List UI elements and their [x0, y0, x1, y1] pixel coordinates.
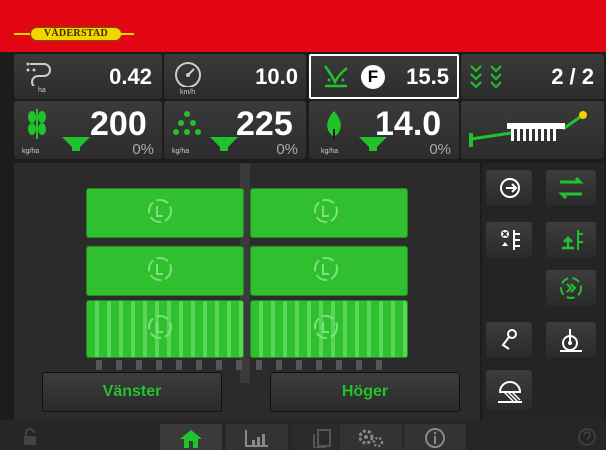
seed-unit: kg/ha — [22, 148, 40, 155]
lock-icon[interactable] — [22, 428, 38, 446]
marker-left-button[interactable] — [486, 222, 532, 258]
calibration-button[interactable] — [486, 170, 532, 206]
micro-value: 14.0 — [375, 105, 442, 143]
coulter-row-markers — [96, 360, 396, 370]
disc-marker-icon — [501, 329, 517, 350]
spray-icon — [498, 381, 522, 403]
fertilizer-icon — [173, 111, 201, 135]
micro-unit: kg/ha — [321, 148, 339, 155]
fertilizer-unit: kg/ha — [172, 148, 190, 155]
row-status-display[interactable]: 2 / 2 — [461, 54, 604, 99]
area-icon — [26, 62, 51, 86]
tab-home[interactable] — [160, 424, 222, 450]
leaf-icon — [327, 111, 341, 139]
info-icon — [425, 428, 445, 448]
fan-icon — [323, 65, 348, 88]
section-rotate-icon — [314, 257, 338, 281]
speed-display[interactable]: km/h 10.0 — [164, 54, 306, 99]
home-icon — [180, 430, 202, 448]
bar-chart-icon — [245, 430, 268, 447]
seed-rate-display[interactable]: kg/ha 200 0% — [14, 101, 162, 159]
marker-icon — [501, 230, 520, 250]
metering-icon — [500, 178, 520, 198]
section-rotate-icon — [314, 199, 338, 223]
tab-settings[interactable] — [340, 424, 402, 450]
left-section-button[interactable]: Vänster — [42, 372, 222, 412]
fertilizer-percent: 0% — [276, 141, 298, 158]
section-rotate-button[interactable] — [546, 270, 596, 306]
area-counter[interactable]: ha 0.42 — [14, 54, 162, 99]
tramline-button[interactable] — [546, 170, 596, 206]
implement-icon — [469, 111, 587, 147]
fertilizer-value: 225 — [236, 105, 293, 143]
packer-wheel-icon — [560, 329, 582, 352]
area-value: 0.42 — [109, 64, 152, 89]
seed-icon — [28, 109, 46, 139]
brand-bar — [0, 0, 606, 52]
document-icon — [313, 429, 331, 448]
right-section-button[interactable]: Höger — [270, 372, 460, 412]
fan-value: 15.5 — [406, 64, 449, 89]
seed-value: 200 — [90, 105, 147, 143]
micro-percent: 0% — [429, 141, 451, 158]
lift-icon — [562, 230, 583, 250]
section-rotate-icon — [148, 199, 172, 223]
section-rotate-icon — [560, 277, 582, 299]
gears-icon — [358, 429, 384, 448]
seed-percent: 0% — [132, 141, 154, 158]
fan-mode-badge: F — [361, 65, 385, 89]
micro-rate-display[interactable]: kg/ha 14.0 0% — [309, 101, 459, 159]
vaderstad-logo: VÄDERSTAD — [14, 27, 134, 41]
packer-button[interactable] — [546, 322, 596, 358]
tab-info[interactable] — [404, 424, 466, 450]
implement-overview-button[interactable] — [461, 101, 604, 159]
funnel-icon — [210, 137, 238, 151]
brand-text: VÄDERSTAD — [43, 28, 109, 39]
section-rotate-icon — [314, 315, 338, 339]
funnel-icon — [62, 137, 90, 151]
section-rotate-icon — [148, 315, 172, 339]
help-icon[interactable] — [578, 428, 596, 446]
wheel-marker-button[interactable] — [486, 322, 532, 358]
speedometer-icon — [175, 62, 201, 87]
section-rotate-icon — [148, 257, 172, 281]
fan-speed-display[interactable]: F 15.5 — [309, 54, 459, 99]
marker-right-button[interactable] — [546, 222, 596, 258]
tab-statistics[interactable] — [226, 424, 288, 450]
speed-unit: km/h — [180, 89, 196, 96]
speed-value: 10.0 — [255, 64, 298, 89]
fertilizer-rate-display[interactable]: kg/ha 225 0% — [164, 101, 306, 159]
hydraulic-button[interactable] — [486, 370, 532, 410]
area-unit: ha — [38, 87, 46, 94]
rows-icon — [470, 65, 502, 89]
tramline-icon — [558, 176, 584, 200]
rows-value: 2 / 2 — [551, 64, 594, 89]
